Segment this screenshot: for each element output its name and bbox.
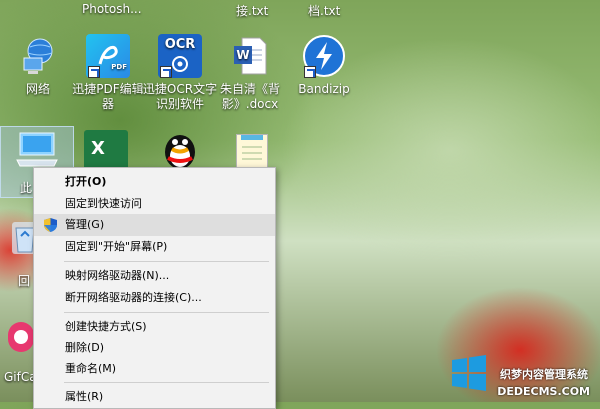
ocr-icon: OCR xyxy=(158,34,202,78)
menu-item-pin-start[interactable]: 固定到"开始"屏幕(P) xyxy=(34,236,275,258)
desktop-icon-ocr[interactable]: OCR 迅捷OCR文字识别软件 xyxy=(142,34,218,112)
menu-item-create-shortcut[interactable]: 创建快捷方式(S) xyxy=(34,316,275,338)
desktop-label-recycle-partial: 回 xyxy=(18,274,31,288)
desktop-icon-pdf-editor[interactable]: PDF 迅捷PDF编辑器 xyxy=(70,34,146,112)
menu-item-delete[interactable]: 删除(D) xyxy=(34,337,275,359)
desktop-icon-label: 网络 xyxy=(25,82,50,96)
text-file-icon xyxy=(241,135,263,160)
penguin-icon xyxy=(165,135,195,169)
menu-item-map-network-drive[interactable]: 映射网络驱动器(N)... xyxy=(34,265,275,287)
menu-item-disconnect-network-drive[interactable]: 断开网络驱动器的连接(C)... xyxy=(34,287,275,309)
menu-item-manage[interactable]: 管理(G) xyxy=(34,214,275,236)
desktop-icon-gifcam[interactable] xyxy=(8,322,34,352)
desktop-label-gifcam-partial: GifCa xyxy=(4,370,37,384)
menu-separator xyxy=(64,261,269,262)
menu-item-properties[interactable]: 属性(R) xyxy=(34,386,275,408)
computer-icon xyxy=(16,132,58,167)
shortcut-arrow-icon xyxy=(88,66,100,78)
shortcut-arrow-icon xyxy=(304,66,316,78)
desktop-icon-word-doc[interactable]: W 朱自清《背影》.docx xyxy=(212,34,288,112)
pdf-editor-icon: PDF xyxy=(86,34,130,78)
menu-separator xyxy=(64,312,269,313)
menu-item-pin-quick-access[interactable]: 固定到快速访问 xyxy=(34,193,275,215)
desktop-icon-bandizip[interactable]: Bandizip xyxy=(286,34,362,97)
menu-item-rename[interactable]: 重命名(M) xyxy=(34,358,275,380)
desktop-icon-label: 迅捷PDF编辑器 xyxy=(72,82,144,111)
desktop-icon-label: Bandizip xyxy=(298,82,350,96)
context-menu: 打开(O) 固定到快速访问 管理(G) 固定到"开始"屏幕(P) 映射网络驱动器… xyxy=(33,167,276,409)
word-document-icon: W xyxy=(228,34,272,78)
desktop-label-txt-file-1[interactable]: 接.txt xyxy=(236,2,268,19)
gifcam-icon xyxy=(14,330,28,344)
desktop-icon-label: 朱自清《背影》.docx xyxy=(219,82,280,111)
desktop-icon-excel[interactable]: X xyxy=(84,130,128,170)
desktop-icon-label: 迅捷OCR文字识别软件 xyxy=(142,82,218,111)
desktop-label-photoshop[interactable]: Photosh... xyxy=(82,2,142,16)
windows-logo-watermark-icon xyxy=(452,355,486,391)
menu-separator xyxy=(64,382,269,383)
pdf-glyph: PDF xyxy=(111,63,127,71)
desktop-icon-network[interactable]: 网络 xyxy=(0,34,76,97)
shield-icon xyxy=(44,218,57,232)
desktop-label-txt-file-2[interactable]: 档.txt xyxy=(308,2,340,19)
bandizip-icon xyxy=(302,34,346,78)
excel-glyph: X xyxy=(91,138,105,159)
desktop-label-this-pc-partial: 此 xyxy=(20,181,33,195)
watermark-url: DEDECMS.COM xyxy=(497,385,590,398)
menu-item-open[interactable]: 打开(O) xyxy=(34,171,275,193)
shortcut-arrow-icon xyxy=(160,66,172,78)
desktop-icon-this-pc[interactable] xyxy=(14,130,60,170)
network-icon xyxy=(16,34,60,78)
word-glyph: W xyxy=(236,48,250,62)
menu-item-manage-label: 管理(G) xyxy=(65,218,105,231)
watermark-text: 织梦内容管理系统 xyxy=(500,368,588,381)
desktop-icon-qq[interactable] xyxy=(160,128,200,170)
